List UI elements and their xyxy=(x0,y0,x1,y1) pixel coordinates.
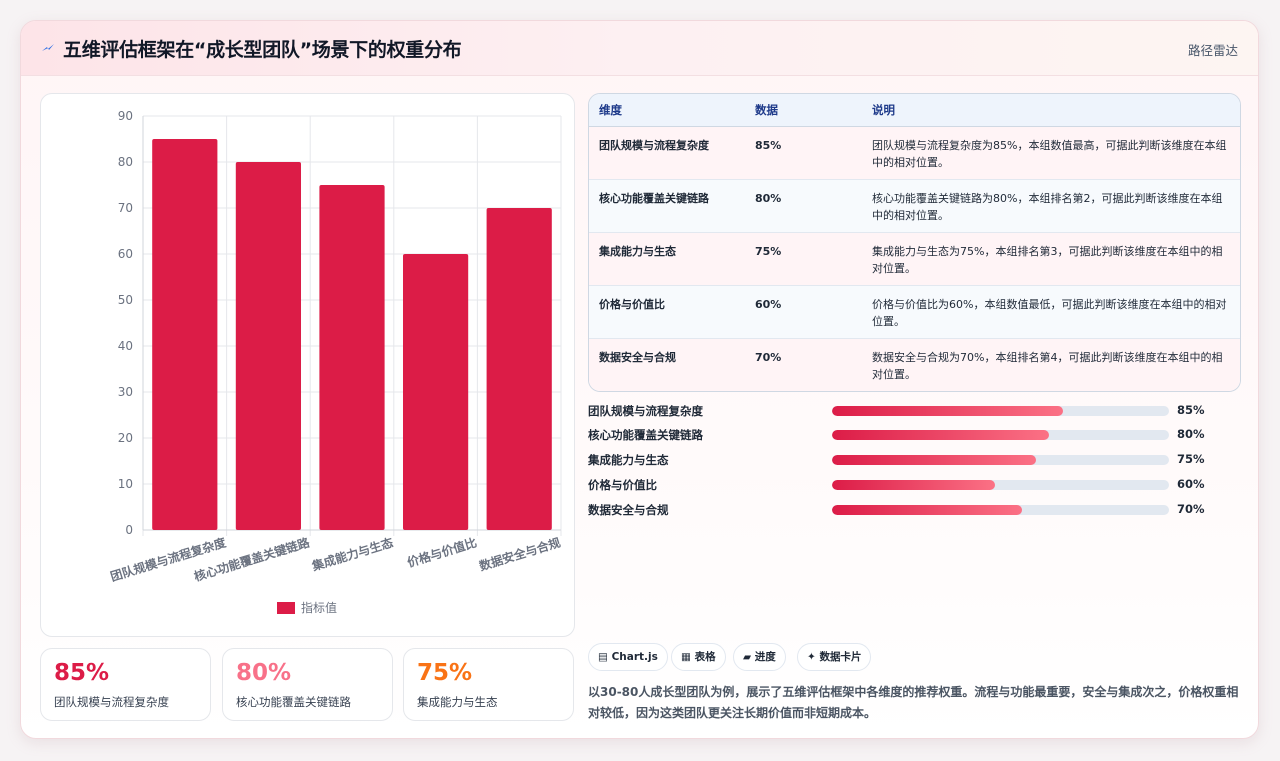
cell-description: 团队规模与流程复杂度为85%，本组数值最高，可据此判断该维度在本组中的相对位置。 xyxy=(862,126,1240,180)
cell-description: 价格与价值比为60%，本组数值最低，可据此判断该维度在本组中的相对位置。 xyxy=(862,285,1240,339)
page-title: 五维评估框架在“成长型团队”场景下的权重分布 xyxy=(63,39,462,61)
x-tick-label: 数据安全与合规 xyxy=(477,535,562,574)
progress-track xyxy=(832,430,1169,440)
bar-chart: 0102030405060708090团队规模与流程复杂度核心功能覆盖关键链路集… xyxy=(109,109,563,615)
cell-value: 60% xyxy=(745,285,862,339)
stat-card-2: 80% 核心功能覆盖关键链路 xyxy=(222,648,393,721)
stat-label: 团队规模与流程复杂度 xyxy=(54,695,169,709)
table-row: 数据安全与合规 70% 数据安全与合规为70%，本组排名第4，可据此判断该维度在… xyxy=(589,338,1240,391)
bar xyxy=(402,254,469,530)
tag-table[interactable]: ▦ 表格 xyxy=(671,643,726,671)
progress-fill xyxy=(832,505,1023,515)
progress-track xyxy=(832,406,1169,416)
table-row: 集成能力与生态 75% 集成能力与生态为75%，本组排名第3，可据此判断该维度在… xyxy=(589,232,1240,286)
cell-value: 70% xyxy=(745,338,862,391)
stat-card-3: 75% 集成能力与生态 xyxy=(403,648,574,721)
progress-track xyxy=(832,480,1169,490)
cell-value: 85% xyxy=(745,126,862,180)
legend-label: 指标值 xyxy=(301,600,337,615)
y-tick-label: 30 xyxy=(118,385,133,399)
stat-value: 80% xyxy=(236,660,292,686)
cell-description: 核心功能覆盖关键链路为80%，本组排名第2，可据此判断该维度在本组中的相对位置。 xyxy=(862,179,1240,233)
bar xyxy=(319,185,385,530)
stat-label: 核心功能覆盖关键链路 xyxy=(236,695,351,709)
x-tick-label: 集成能力与生态 xyxy=(309,535,395,574)
table-row: 团队规模与流程复杂度 85% 团队规模与流程复杂度为85%，本组数值最高，可据此… xyxy=(589,126,1240,180)
header: 五维评估框架在“成长型团队”场景下的权重分布 路径雷达 xyxy=(21,21,1258,76)
stat-value: 85% xyxy=(54,660,110,686)
progress-item: 数据安全与合规 70% xyxy=(588,501,1228,519)
bar xyxy=(152,139,218,530)
progress-value: 70% xyxy=(1177,502,1205,516)
cell-dimension: 数据安全与合规 xyxy=(589,338,745,391)
table-row: 核心功能覆盖关键链路 80% 核心功能覆盖关键链路为80%，本组排名第2，可据此… xyxy=(589,179,1240,233)
cell-value: 75% xyxy=(745,232,862,286)
tag-chartjs[interactable]: ▤ Chart.js xyxy=(588,643,668,671)
progress-label: 数据安全与合规 xyxy=(588,503,669,517)
progress-label: 团队规模与流程复杂度 xyxy=(588,404,703,418)
stat-value: 75% xyxy=(417,660,473,686)
progress-item: 价格与价值比 60% xyxy=(588,476,1228,494)
cell-dimension: 团队规模与流程复杂度 xyxy=(589,126,745,180)
legend-swatch xyxy=(277,602,295,614)
cell-dimension: 集成能力与生态 xyxy=(589,232,745,286)
description: 以30-80人成长型团队为例，展示了五维评估框架中各维度的推荐权重。流程与功能最… xyxy=(588,685,1239,720)
column-header: 维度 xyxy=(589,94,745,127)
cell-value: 80% xyxy=(745,179,862,233)
chart-panel: 0 10 20 30 40 50 60 70 80 90 团队规模与流程复杂度 核心功能覆盖关键链路集… xyxy=(40,93,575,637)
bar xyxy=(235,162,302,530)
progress-value: 80% xyxy=(1177,427,1205,441)
main-card: 五维评估框架在“成长型团队”场景下的权重分布 路径雷达 0 10 20 30 40 50 6… xyxy=(20,20,1259,739)
tag-progress[interactable]: ▰ 进度 xyxy=(733,643,786,671)
stat-card-1: 85% 团队规模与流程复杂度 xyxy=(40,648,211,721)
cell-description: 集成能力与生态为75%，本组排名第3，可据此判断该维度在本组中的相对位置。 xyxy=(862,232,1240,286)
y-tick-label: 70 xyxy=(118,201,133,215)
progress-fill xyxy=(832,406,1063,416)
y-tick-label: 10 xyxy=(118,477,133,491)
progress-label: 价格与价值比 xyxy=(588,478,657,492)
y-tick-label: 40 xyxy=(118,339,133,353)
data-table: 维度 数据 说明 团队规模与流程复杂度 85% 团队规模与流程复杂度为85%，本… xyxy=(588,93,1241,392)
lightning-icon xyxy=(42,44,54,51)
progress-value: 75% xyxy=(1177,452,1205,466)
progress-label: 集成能力与生态 xyxy=(588,453,669,467)
y-tick-label: 80 xyxy=(118,155,133,169)
progress-value: 60% xyxy=(1177,477,1205,491)
column-header: 说明 xyxy=(862,94,1240,127)
radar-link[interactable]: 路径雷达 xyxy=(1188,40,1238,59)
progress-fill xyxy=(832,480,996,490)
progress-item: 团队规模与流程复杂度 85% xyxy=(588,402,1228,420)
y-tick-label: 20 xyxy=(118,431,133,445)
progress-track xyxy=(832,505,1169,515)
cell-dimension: 核心功能覆盖关键链路 xyxy=(589,179,745,233)
y-tick-label: 90 xyxy=(118,109,133,123)
stat-label: 集成能力与生态 xyxy=(417,695,498,709)
progress-label: 核心功能覆盖关键链路 xyxy=(588,428,703,442)
tag-data-card[interactable]: ✦ 数据卡片 xyxy=(797,643,872,671)
progress-item: 集成能力与生态 75% xyxy=(588,451,1228,469)
cell-dimension: 价格与价值比 xyxy=(589,285,745,339)
y-tick-label: 60 xyxy=(118,247,133,261)
progress-item: 核心功能覆盖关键链路 80% xyxy=(588,426,1228,444)
column-header: 数据 xyxy=(745,94,862,127)
y-tick-label: 0 xyxy=(125,523,133,537)
bar xyxy=(486,208,552,530)
table-header-row: 维度 数据 说明 xyxy=(589,94,1240,127)
progress-fill xyxy=(832,455,1036,465)
cell-description: 数据安全与合规为70%，本组排名第4，可据此判断该维度在本组中的相对位置。 xyxy=(862,338,1240,391)
progress-track xyxy=(832,455,1169,465)
y-tick-label: 50 xyxy=(118,293,133,307)
progress-fill xyxy=(832,430,1050,440)
table-row: 价格与价值比 60% 价格与价值比为60%，本组数值最低，可据此判断该维度在本组… xyxy=(589,285,1240,339)
x-tick-label: 价格与价值比 xyxy=(405,535,478,570)
progress-value: 85% xyxy=(1177,403,1205,417)
